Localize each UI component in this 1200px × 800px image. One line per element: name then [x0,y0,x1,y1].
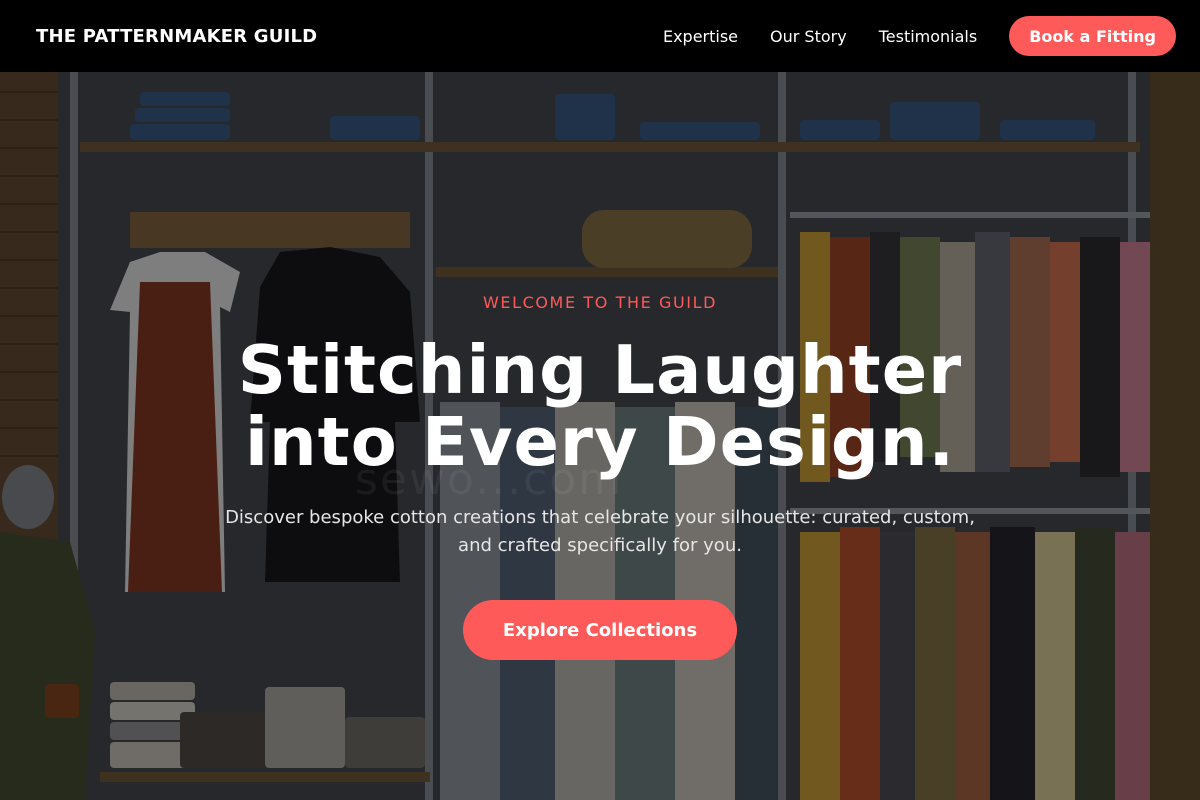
explore-collections-button[interactable]: Explore Collections [463,600,737,660]
hero-eyebrow: WELCOME TO THE GUILD [482,293,718,312]
hero-subheading: Discover bespoke cotton creations that c… [170,504,1030,560]
main-nav: Expertise Our Story Testimonials Book a … [663,16,1176,56]
nav-link-expertise[interactable]: Expertise [663,27,738,46]
hero-section: sewo...com WELCOME TO THE GUILD Stitchin… [0,72,1200,800]
hero-headline: Stitching Laughter into Every Design. [150,334,1050,478]
nav-link-our-story[interactable]: Our Story [770,27,847,46]
headline-line-2: into Every Design. [245,403,955,481]
site-header: THE PATTERNMAKER GUILD Expertise Our Sto… [0,0,1200,72]
subhead-line-2: and crafted specifically for you. [458,535,742,556]
headline-line-1: Stitching Laughter [237,331,963,409]
nav-link-testimonials[interactable]: Testimonials [879,27,978,46]
hero-content: WELCOME TO THE GUILD Stitching Laughter … [0,72,1200,800]
subhead-line-1: Discover bespoke cotton creations that c… [225,507,975,528]
brand-logo[interactable]: THE PATTERNMAKER GUILD [36,26,317,47]
book-fitting-button[interactable]: Book a Fitting [1009,16,1176,56]
